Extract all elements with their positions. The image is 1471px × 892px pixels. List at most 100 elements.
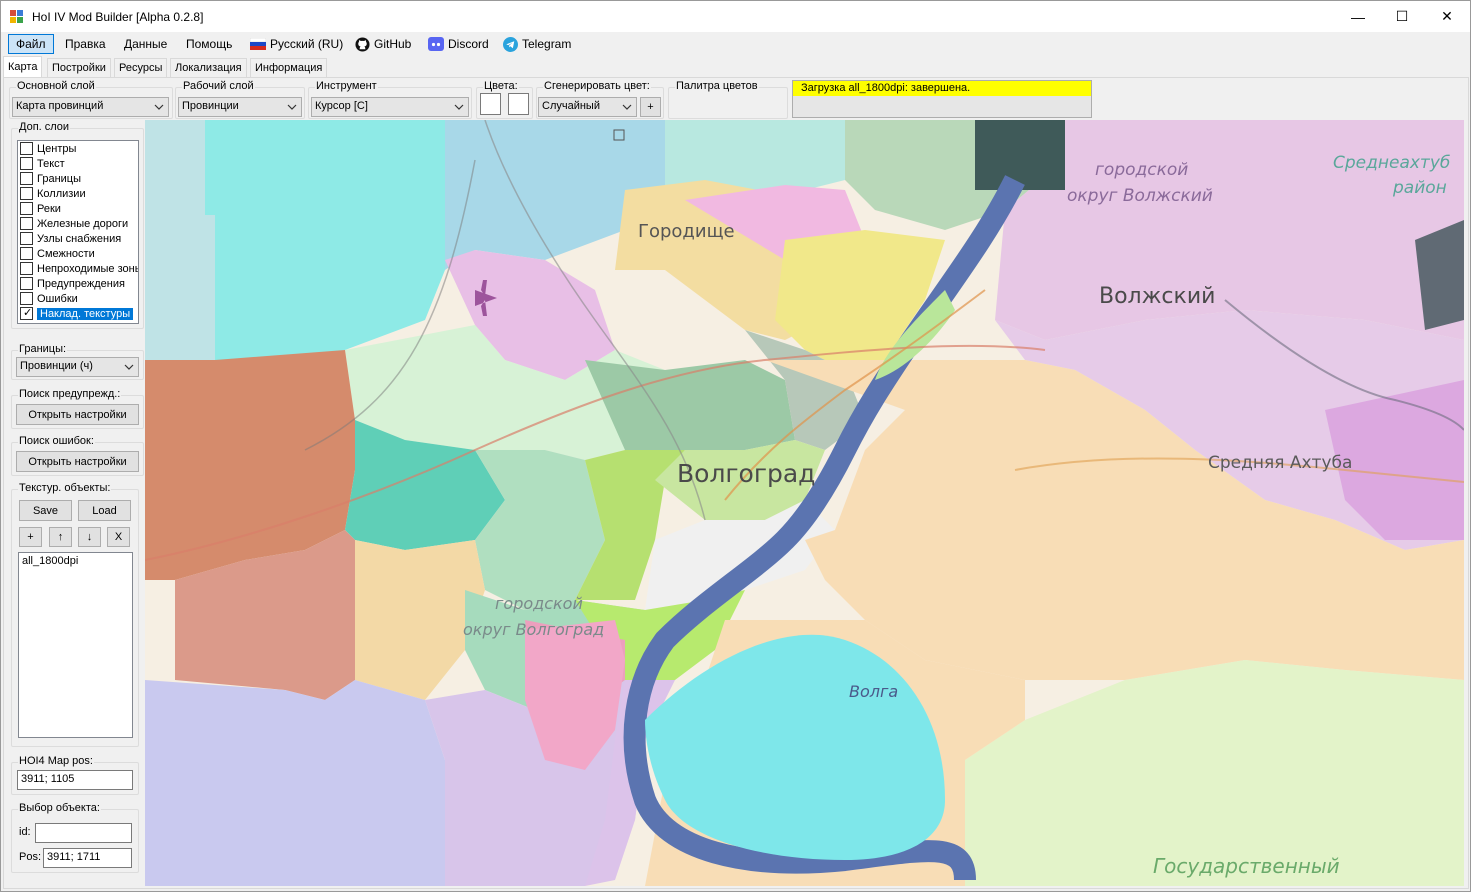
borders-select[interactable]: Провинции (ч) xyxy=(16,357,139,377)
borders-label: Границы: xyxy=(18,343,68,355)
checkbox[interactable] xyxy=(20,157,33,170)
menu-file-label: Файл xyxy=(16,37,46,51)
layer-item-label: Предупреждения xyxy=(37,277,125,290)
work-layer-select[interactable]: Провинции xyxy=(178,97,302,117)
map-canvas[interactable]: Городище Волгоград Волжский городской ок… xyxy=(145,120,1464,886)
layer-item[interactable]: Предупреждения xyxy=(18,276,138,291)
main-layer-value: Карта провинций xyxy=(16,100,104,112)
map-label-volga: Волга xyxy=(849,682,899,701)
id-field[interactable] xyxy=(35,823,132,843)
chevron-down-icon xyxy=(154,104,164,110)
map-label-gorodishche: Городище xyxy=(638,221,735,242)
move-up-button[interactable]: ↑ xyxy=(49,527,72,547)
remove-texture-button[interactable]: X xyxy=(107,527,130,547)
checkbox[interactable]: ✓ xyxy=(20,307,33,320)
layer-item-label: Ошибки xyxy=(37,292,78,305)
map-label-volzhsky-district-line1: городской xyxy=(1095,160,1189,180)
github-icon xyxy=(355,36,370,52)
primary-color-swatch[interactable] xyxy=(480,93,501,115)
palette-label: Палитра цветов xyxy=(675,80,759,92)
generate-color-select[interactable]: Случайный xyxy=(538,97,637,117)
menu-edit[interactable]: Правка xyxy=(58,34,113,54)
texture-objects-label: Текстур. объекты: xyxy=(18,482,112,494)
menu-help[interactable]: Помощь xyxy=(179,34,239,54)
close-button[interactable]: ✕ xyxy=(1424,1,1470,32)
texture-objects-list[interactable]: all_1800dpi xyxy=(18,552,133,738)
maximize-button[interactable]: ☐ xyxy=(1379,1,1425,32)
tool-label: Инструмент xyxy=(315,80,378,92)
save-button[interactable]: Save xyxy=(19,500,72,521)
map-label-sredneakhtubinsky-line1: Среднеахтуб xyxy=(1333,153,1451,173)
layer-item[interactable]: Железные дороги xyxy=(18,216,138,231)
list-item[interactable]: all_1800dpi xyxy=(22,555,129,567)
checkbox[interactable] xyxy=(20,292,33,305)
layer-item[interactable]: Непроходимые зоны xyxy=(18,261,138,276)
id-label: id: xyxy=(19,826,31,838)
layer-item[interactable]: ✓ Наклад. текстуры xyxy=(18,306,138,321)
menu-data[interactable]: Данные xyxy=(117,34,174,54)
layer-item[interactable]: Ошибки xyxy=(18,291,138,306)
menu-discord[interactable]: Discord xyxy=(421,34,496,54)
tab-resources-label: Ресурсы xyxy=(119,62,163,74)
pos-field[interactable]: 3911; 1711 xyxy=(43,848,132,868)
checkbox[interactable] xyxy=(20,247,33,260)
tab-info[interactable]: Информация xyxy=(250,58,328,77)
load-button[interactable]: Load xyxy=(78,500,131,521)
warnings-settings-button[interactable]: Открыть настройки xyxy=(16,404,139,425)
map-label-volgograd-district-line1: городской xyxy=(495,594,583,613)
menu-language[interactable]: Русский (RU) xyxy=(243,34,350,54)
generate-color-label: Сгенерировать цвет: xyxy=(543,80,651,92)
menu-bar: Файл Правка Данные Помощь Русский (RU) G… xyxy=(1,32,1470,56)
map-image xyxy=(145,120,1464,886)
checkbox[interactable] xyxy=(20,172,33,185)
add-texture-button[interactable]: + xyxy=(19,527,42,547)
menu-discord-label: Discord xyxy=(448,37,489,51)
checkbox[interactable] xyxy=(20,262,33,275)
layer-item[interactable]: Смежности xyxy=(18,246,138,261)
layer-item[interactable]: Центры xyxy=(18,141,138,156)
checkbox[interactable] xyxy=(20,217,33,230)
checkbox[interactable] xyxy=(20,142,33,155)
menu-data-label: Данные xyxy=(124,37,168,51)
layer-item-label: Реки xyxy=(37,202,61,215)
palette-group[interactable]: Палитра цветов xyxy=(668,80,788,119)
add-color-button[interactable]: + xyxy=(640,97,661,117)
layer-item[interactable]: Узлы снабжения xyxy=(18,231,138,246)
map-pos-field[interactable]: 3911; 1105 xyxy=(17,770,133,790)
menu-github[interactable]: GitHub xyxy=(348,34,418,54)
russia-flag-icon xyxy=(250,38,266,50)
layer-item[interactable]: Коллизии xyxy=(18,186,138,201)
layer-item[interactable]: Границы xyxy=(18,171,138,186)
layers-checklist[interactable]: Центры Текст Границы Коллизии Реки Железные д… xyxy=(17,140,139,324)
tool-select[interactable]: Курсор [C] xyxy=(311,97,469,117)
tab-buildings[interactable]: Постройки xyxy=(47,58,111,77)
chevron-down-icon xyxy=(124,364,134,370)
app-icon xyxy=(10,10,23,23)
tab-resources[interactable]: Ресурсы xyxy=(114,58,168,77)
checkbox[interactable] xyxy=(20,277,33,290)
minimize-button[interactable]: — xyxy=(1335,1,1381,32)
tab-localization[interactable]: Локализация xyxy=(170,58,247,77)
menu-file[interactable]: Файл xyxy=(8,34,54,54)
discord-icon xyxy=(428,37,444,51)
tab-buildings-label: Постройки xyxy=(52,62,106,74)
errors-settings-button[interactable]: Открыть настройки xyxy=(16,451,139,472)
work-layer-value: Провинции xyxy=(182,100,239,112)
tab-map[interactable]: Карта xyxy=(3,56,43,77)
window-title: HoI IV Mod Builder [Alpha 0.2.8] xyxy=(32,10,204,24)
menu-telegram[interactable]: Telegram xyxy=(496,34,578,54)
checkbox[interactable] xyxy=(20,232,33,245)
layer-item-label: Железные дороги xyxy=(37,217,129,230)
secondary-color-swatch[interactable] xyxy=(508,93,529,115)
checkbox[interactable] xyxy=(20,187,33,200)
status-text: Загрузка all_1800dpi: завершена. xyxy=(793,81,1091,96)
move-down-button[interactable]: ↓ xyxy=(78,527,101,547)
layer-item[interactable]: Текст xyxy=(18,156,138,171)
layer-item-label: Узлы снабжения xyxy=(37,232,122,245)
borders-value: Провинции (ч) xyxy=(20,360,93,372)
checkbox[interactable] xyxy=(20,202,33,215)
main-layer-select[interactable]: Карта провинций xyxy=(12,97,169,117)
layer-item-label: Границы xyxy=(37,172,81,185)
map-label-sredneakhtubinsky-line2: район xyxy=(1393,178,1447,198)
layer-item[interactable]: Реки xyxy=(18,201,138,216)
